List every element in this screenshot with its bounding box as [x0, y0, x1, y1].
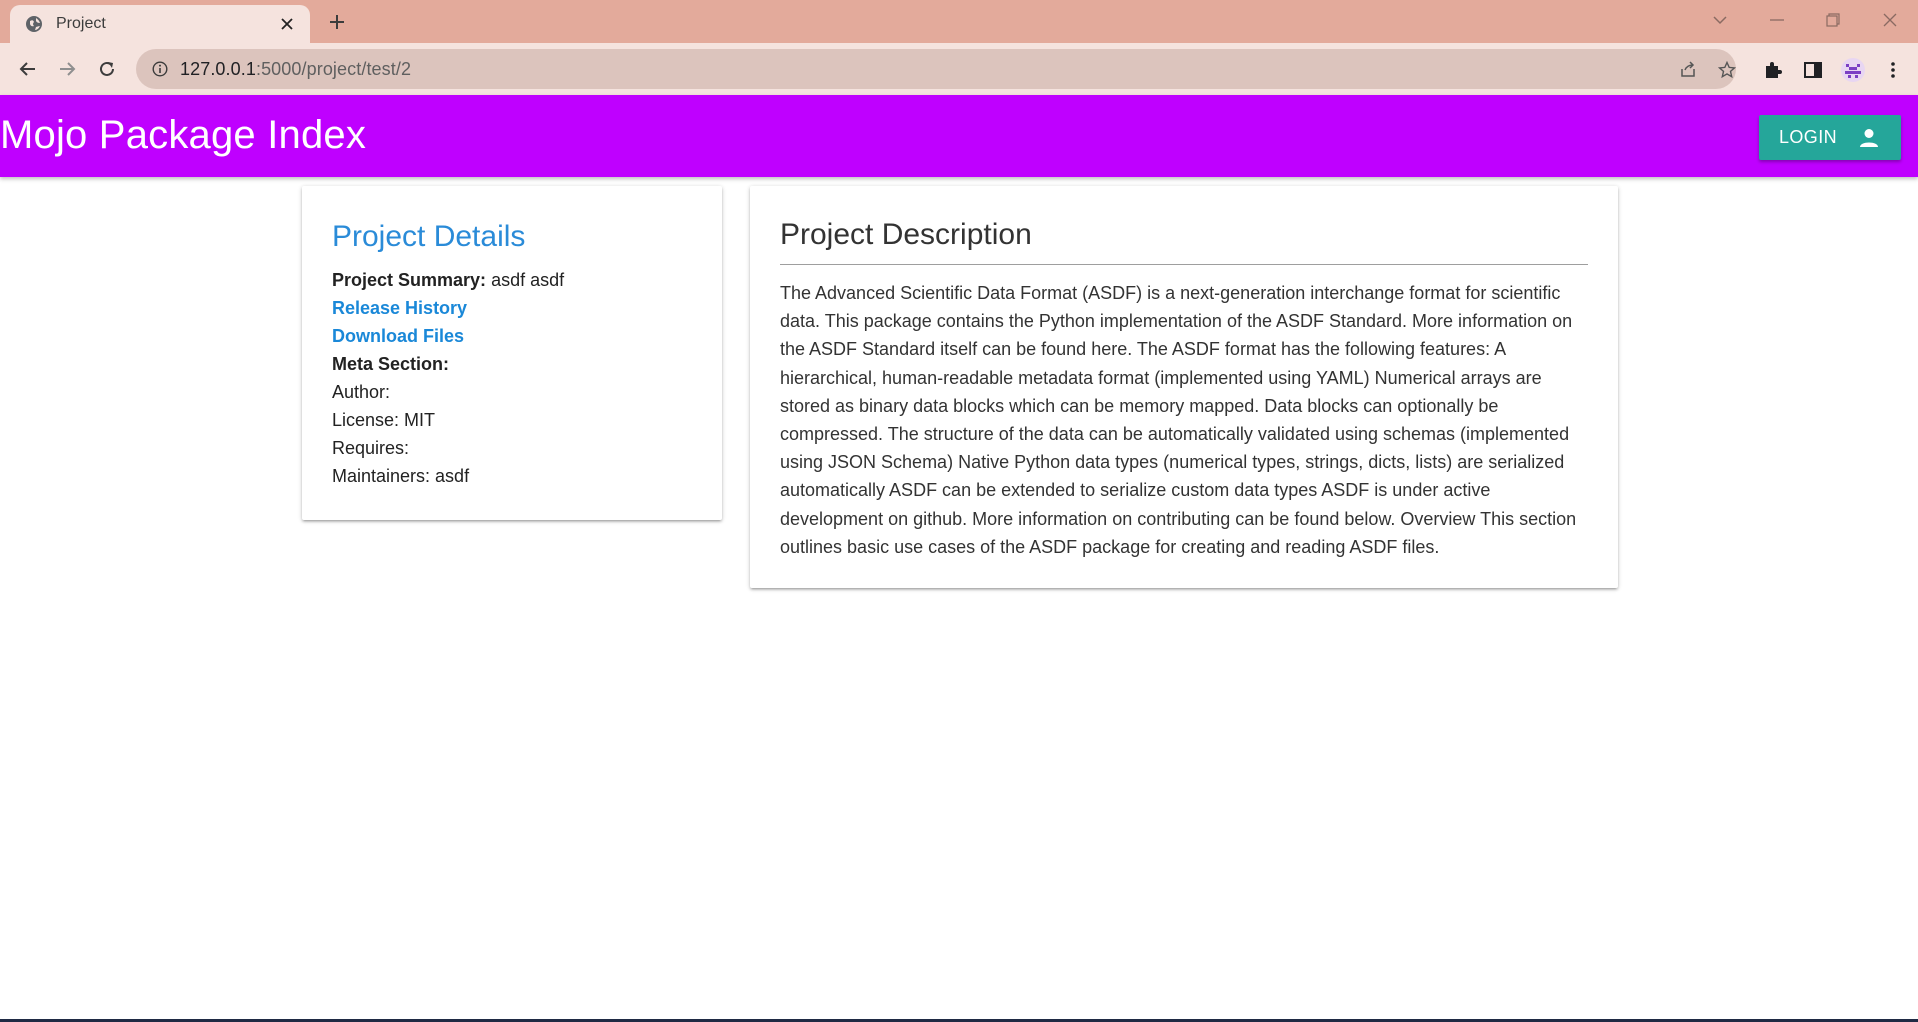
meta-maintainers: Maintainers: asdf [332, 466, 470, 486]
tab-search-chevron-icon[interactable] [1705, 6, 1735, 34]
download-files-link[interactable]: Download Files [332, 322, 692, 350]
minimize-icon[interactable] [1762, 6, 1792, 34]
meta-requires: Requires: [332, 438, 410, 458]
tab-title: Project [56, 15, 106, 32]
globe-icon [24, 14, 44, 34]
project-details-title: Project Details [332, 220, 526, 253]
side-panel-icon[interactable] [1801, 58, 1825, 82]
profile-avatar-icon[interactable] [1841, 58, 1865, 82]
address-bar[interactable]: 127.0.0.1:5000/project/test/2 [136, 49, 1736, 89]
project-description-title: Project Description [780, 218, 1588, 265]
close-window-icon[interactable] [1875, 6, 1905, 34]
forward-arrow-icon[interactable] [51, 53, 83, 85]
back-arrow-icon[interactable] [12, 53, 44, 85]
tab-close-icon[interactable] [276, 13, 298, 35]
tab-strip: Project [0, 0, 1918, 43]
menu-kebab-icon[interactable] [1881, 58, 1905, 82]
url-text: 127.0.0.1:5000/project/test/2 [180, 58, 412, 79]
project-description-body: The Advanced Scientific Data Format (ASD… [780, 283, 1577, 557]
app-bar: Mojo Package Index LOGIN [0, 95, 1918, 177]
extensions-puzzle-icon[interactable] [1761, 58, 1785, 82]
meta-section-label: Meta Section: [332, 354, 450, 374]
bookmark-star-icon[interactable] [1716, 59, 1738, 81]
login-label: LOGIN [1779, 127, 1838, 147]
share-icon[interactable] [1677, 59, 1699, 81]
person-icon [1857, 126, 1881, 150]
restore-icon[interactable] [1818, 6, 1848, 34]
meta-license: License: MIT [332, 410, 436, 430]
new-tab-icon[interactable] [323, 8, 351, 36]
browser-toolbar: 127.0.0.1:5000/project/test/2 [0, 43, 1918, 95]
project-description-card: Project Description The Advanced Scienti… [750, 186, 1618, 588]
release-history-link[interactable]: Release History [332, 294, 692, 322]
brand-title[interactable]: Mojo Package Index [0, 113, 366, 158]
project-details-card: Project Details Project Summary: asdf as… [302, 186, 722, 520]
browser-tab[interactable]: Project [10, 5, 310, 43]
site-info-icon[interactable] [150, 59, 170, 79]
project-summary: Project Summary: asdf asdf [332, 270, 565, 290]
reload-icon[interactable] [91, 53, 123, 85]
login-button[interactable]: LOGIN [1759, 115, 1901, 160]
meta-author: Author: [332, 382, 391, 402]
